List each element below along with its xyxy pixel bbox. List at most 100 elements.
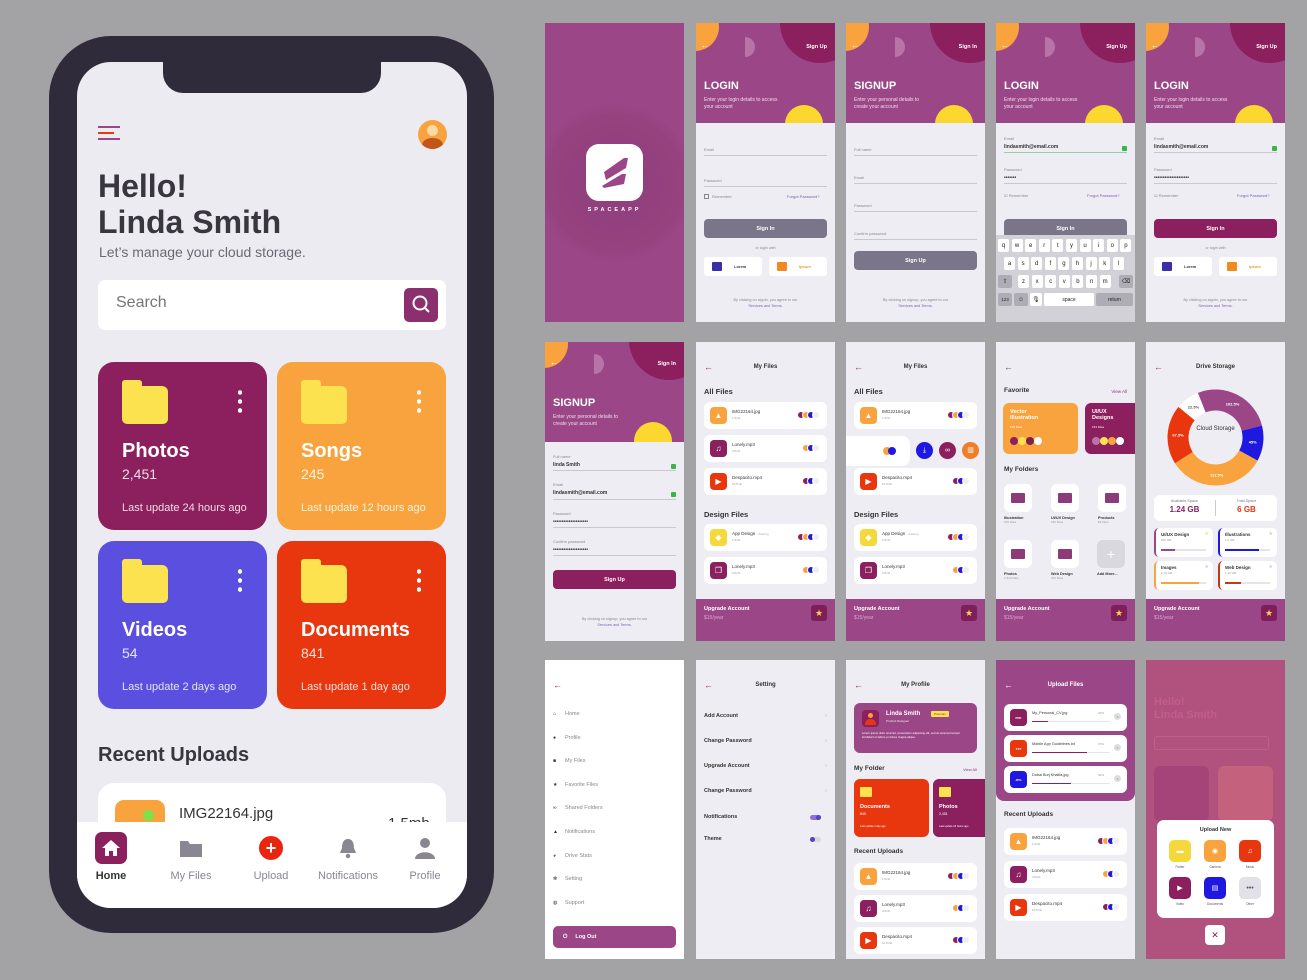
folder-tile[interactable] xyxy=(1004,540,1032,568)
key-a[interactable]: a xyxy=(1004,257,1015,270)
remember-checkbox[interactable]: Remember xyxy=(704,194,732,199)
upload-option-video[interactable]: ▶ xyxy=(1169,877,1191,899)
space-key[interactable]: space xyxy=(1044,293,1094,306)
delete-button[interactable]: ▥ xyxy=(962,442,979,459)
remember-checkbox[interactable]: ☑ Remember xyxy=(1154,193,1179,198)
view-all-link[interactable]: View All xyxy=(963,767,977,772)
setting-change-password[interactable]: Change Password › xyxy=(704,738,827,744)
key-p[interactable]: p xyxy=(1120,239,1132,252)
file-row[interactable]: ▶ Despacito.mp4 10.5mb xyxy=(854,468,977,495)
key-l[interactable]: l xyxy=(1112,257,1124,270)
file-row[interactable]: ◆ App Design drawing 1.5mb xyxy=(704,524,827,551)
folder-tile[interactable] xyxy=(1004,484,1032,512)
favorite-card[interactable]: UI/UX Designs 154 Files xyxy=(1085,403,1135,454)
back-icon[interactable]: ← xyxy=(701,41,709,50)
file-row[interactable]: ♫ Lonely.mp3 3.5mb xyxy=(1004,861,1127,888)
upload-option-folder[interactable]: ▬ xyxy=(1169,840,1191,862)
back-icon[interactable]: ← xyxy=(1004,362,1013,372)
key-j[interactable]: j xyxy=(1085,257,1097,270)
password-field[interactable]: •••••••••••••••••••• xyxy=(553,519,588,525)
remember-checkbox[interactable]: ☑ Remember xyxy=(1004,193,1029,198)
social-login-ipsum[interactable]: Ipsum xyxy=(769,257,827,276)
storage-category-card[interactable]: Web Design 1.12 GB ★ xyxy=(1218,561,1277,590)
sign-up-link[interactable]: Sign Up xyxy=(806,44,827,50)
email-field[interactable] xyxy=(704,155,827,156)
key-m[interactable]: m xyxy=(1099,275,1111,288)
file-row[interactable]: ▶ Despacito.mp4 10.5mb xyxy=(854,927,977,954)
folder-card[interactable]: Documents 845 Last update 1 day ago xyxy=(854,779,929,837)
theme-toggle[interactable] xyxy=(810,837,821,842)
setting-add-account[interactable]: Add Account › xyxy=(704,713,827,719)
file-row[interactable]: ◆ App Design drawing 1.5mb xyxy=(854,524,977,551)
key-z[interactable]: z xyxy=(1018,275,1029,288)
share-link-button[interactable]: ∞ xyxy=(939,442,956,459)
key-e[interactable]: e xyxy=(1025,239,1037,252)
email-field[interactable] xyxy=(854,183,977,184)
terms-link[interactable]: Services and Terms. xyxy=(1198,304,1232,308)
nav-notifications[interactable]: Notifications xyxy=(310,832,386,882)
back-icon[interactable]: ← xyxy=(550,358,558,367)
category-card-documents[interactable]: Documents 841 Last update 1 day ago xyxy=(277,541,446,709)
key-y[interactable]: y xyxy=(1066,239,1077,252)
key-n[interactable]: n xyxy=(1086,275,1097,288)
folder-tile[interactable] xyxy=(1051,540,1079,568)
add-more-button[interactable]: + xyxy=(1097,540,1125,568)
back-icon[interactable]: ← xyxy=(851,41,859,50)
email-field[interactable]: lindasmith@email.com xyxy=(1004,144,1058,150)
setting-change-password-2[interactable]: Change Password › xyxy=(704,788,827,794)
password-field[interactable] xyxy=(854,211,977,212)
nav-upload[interactable]: + Upload xyxy=(233,832,309,882)
upgrade-banner[interactable]: Upgrade Account $15/year ★ xyxy=(996,599,1135,641)
key-h[interactable]: h xyxy=(1072,257,1083,270)
upload-option-camera[interactable]: ◉ xyxy=(1204,840,1226,862)
file-row[interactable]: ▶ Despacito.mp4 10.5mb xyxy=(704,468,827,495)
menu-item-support[interactable]: ◍ Support xyxy=(553,900,584,906)
file-row[interactable]: ▲ IMG22164.jpg 1.5mb xyxy=(854,402,977,429)
upgrade-banner[interactable]: Upgrade Account $15/year ★ xyxy=(696,599,835,641)
storage-category-card[interactable]: Illustrations 1.6 GB ★ xyxy=(1218,528,1277,557)
menu-item-shared-folders[interactable]: ∞ Shared Folders xyxy=(553,805,603,811)
key-k[interactable]: k xyxy=(1099,257,1111,270)
close-button[interactable]: ✕ xyxy=(1205,925,1225,945)
category-card-songs[interactable]: Songs 245 Last update 12 hours ago xyxy=(277,362,446,530)
sign-in-link[interactable]: Sign In xyxy=(658,361,676,367)
star-icon[interactable]: ★ xyxy=(1205,564,1209,570)
folder-card[interactable]: Photos 2,451 Last update 24 hours ago xyxy=(933,779,985,837)
avatar[interactable] xyxy=(418,120,447,149)
full-name-field[interactable] xyxy=(854,155,977,156)
key-v[interactable]: v xyxy=(1058,275,1070,288)
folder-tile[interactable] xyxy=(1051,484,1079,512)
forgot-password-link[interactable]: Forgot Password? xyxy=(1087,193,1119,198)
confirm-password-field[interactable]: •••••••••••••••••••• xyxy=(553,547,588,553)
full-name-field[interactable]: linda Smith xyxy=(553,462,580,468)
star-icon[interactable]: ★ xyxy=(1205,531,1209,537)
back-icon[interactable]: ← xyxy=(1151,41,1159,50)
email-field[interactable]: lindasmith@email.com xyxy=(553,490,607,496)
numbers-key[interactable]: 123 xyxy=(998,293,1012,306)
key-i[interactable]: i xyxy=(1093,239,1105,252)
category-card-photos[interactable]: Photos 2,451 Last update 24 hours ago xyxy=(98,362,267,530)
search-button[interactable] xyxy=(404,288,438,322)
key-o[interactable]: o xyxy=(1106,239,1118,252)
nav-profile[interactable]: Profile xyxy=(387,832,463,882)
view-all-link[interactable]: View All xyxy=(1111,389,1127,394)
more-icon[interactable] xyxy=(238,567,242,593)
shift-key[interactable]: ⇧ xyxy=(998,275,1012,288)
menu-item-profile[interactable]: ● Profile xyxy=(553,735,581,741)
menu-item-home[interactable]: ⌂ Home xyxy=(553,711,580,717)
key-b[interactable]: b xyxy=(1072,275,1084,288)
upload-option-other[interactable]: ••• xyxy=(1239,877,1261,899)
menu-item-favorite-files[interactable]: ★ Favorite Files xyxy=(553,782,598,788)
menu-item-drive-stats[interactable]: ◕ Drive Stats xyxy=(553,853,592,859)
terms-link[interactable]: Services and Terms. xyxy=(898,304,932,308)
password-field[interactable]: ••••••• xyxy=(1004,175,1016,181)
storage-category-card[interactable]: UI/UX Design 500 MB ★ xyxy=(1154,528,1213,557)
upgrade-banner[interactable]: Upgrade Account $15/year ★ xyxy=(846,599,985,641)
forgot-password-link[interactable]: Forgot Password? xyxy=(1237,193,1269,198)
forgot-password-link[interactable]: Forgot Password? xyxy=(787,194,819,199)
key-t[interactable]: t xyxy=(1052,239,1064,252)
storage-category-card[interactable]: Images 2.10 GB ★ xyxy=(1154,561,1213,590)
sign-up-link[interactable]: Sign Up xyxy=(1106,44,1127,50)
more-icon[interactable] xyxy=(238,388,242,414)
star-icon[interactable]: ★ xyxy=(1269,564,1273,570)
